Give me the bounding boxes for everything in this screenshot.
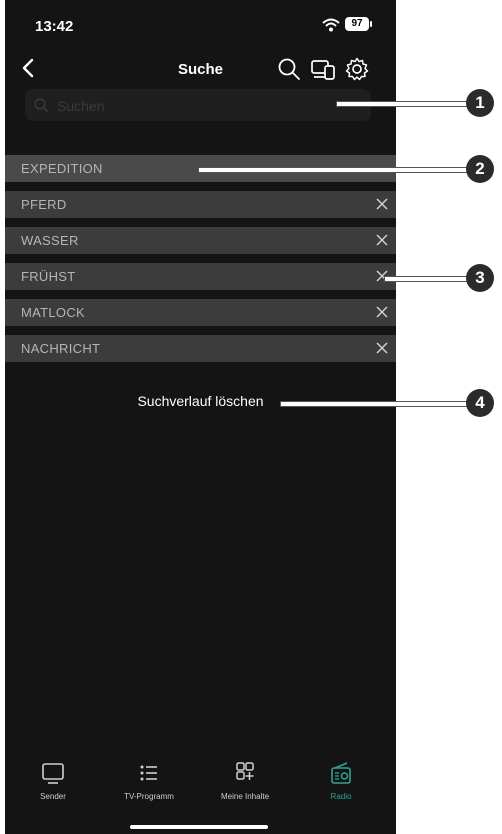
gear-icon[interactable] [344,56,370,82]
search-input[interactable] [55,89,359,123]
history-item-label: PFERD [21,197,67,212]
list-icon [140,765,157,781]
page-title: Suche [177,61,223,78]
history-item-nachricht[interactable]: NACHRICHT [5,335,396,362]
history-item-pferd[interactable]: PFERD [5,191,396,218]
history-item-wasser[interactable]: WASSER [5,227,396,254]
history-item-fruehst[interactable]: FRÜHST [5,263,396,290]
wifi-icon [322,18,340,32]
grid-plus-icon [236,762,254,780]
tab-label: TV-Programm [124,792,174,801]
history-item-label: WASSER [21,233,79,248]
callout-badge-2: 2 [466,155,494,183]
search-history-list: EXPEDITION PFERD WASSER FRÜHST MATLOCK N… [5,155,396,371]
phone-screen: 13:42 97 Suche Suchen EXPEDITION PFERD W… [5,0,396,834]
callout-line-4 [280,401,468,407]
tab-label: Radio [330,792,352,801]
nav-bar: Suche [5,52,396,86]
callout-badge-1: 1 [466,89,494,117]
close-icon[interactable] [372,230,392,250]
history-item-label: NACHRICHT [21,341,101,356]
tab-label: Meine Inhalte [220,792,270,801]
tab-bar: Sender TV-Programm Meine Inhalte Radio [5,760,396,820]
radio-icon [331,762,351,784]
devices-icon[interactable] [310,56,336,82]
close-icon[interactable] [372,338,392,358]
search-icon[interactable] [276,56,302,82]
search-field[interactable] [25,89,371,123]
tab-label: Sender [40,792,66,801]
status-time: 13:42 [35,18,74,35]
tab-radio[interactable]: Radio [296,760,386,801]
history-item-label: MATLOCK [21,305,85,320]
tab-tv-programm[interactable]: TV-Programm [104,760,194,801]
battery-icon: 97 [345,17,372,31]
callout-line-2 [198,167,468,173]
close-icon[interactable] [372,302,392,322]
status-bar: 13:42 97 [5,0,396,50]
history-item-label: EXPEDITION [21,161,103,176]
search-field-icon [34,98,49,113]
tab-sender[interactable]: Sender [8,760,98,801]
callout-badge-3: 3 [466,264,494,292]
callout-badge-4: 4 [466,389,494,417]
close-icon[interactable] [372,194,392,214]
tab-meine-inhalte[interactable]: Meine Inhalte [200,760,290,801]
callout-line-3 [384,276,468,282]
tv-icon [42,763,64,784]
callout-line-1 [336,101,468,107]
home-indicator [130,825,268,829]
history-item-matlock[interactable]: MATLOCK [5,299,396,326]
history-item-label: FRÜHST [21,269,76,284]
